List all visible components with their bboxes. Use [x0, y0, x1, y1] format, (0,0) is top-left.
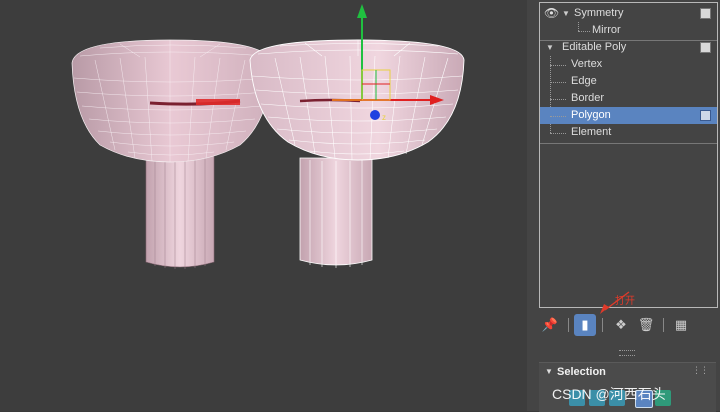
sub-object-label: Polygon	[571, 109, 611, 121]
sub-object-label: Border	[571, 92, 605, 104]
mushroom-left-model[interactable]	[71, 39, 273, 269]
sub-object-polygon[interactable]: Polygon	[540, 107, 717, 124]
expand-triangle-icon[interactable]: ▼	[562, 5, 570, 22]
svg-text:z: z	[382, 113, 386, 122]
sub-object-border[interactable]: Border	[540, 90, 717, 107]
sub-object-label: Edge	[571, 75, 597, 87]
rollout-title: Selection	[557, 366, 606, 378]
stack-divider	[540, 143, 717, 144]
sub-object-edge[interactable]: Edge	[540, 73, 717, 90]
modifier-label: Symmetry	[574, 7, 624, 19]
expand-triangle-icon[interactable]: ▼	[546, 39, 554, 56]
modifier-item-symmetry[interactable]: 👁 ▼ Symmetry	[540, 5, 717, 22]
watermark-text: CSDN @河西石头	[552, 386, 666, 402]
configure-modifier-sets-icon[interactable]: ▦	[670, 314, 692, 336]
rollout-grip-icon: ⋮⋮	[692, 365, 709, 375]
eye-icon[interactable]: 👁	[544, 5, 559, 22]
annotation-text: 打开	[615, 296, 635, 307]
sub-object-vertex[interactable]: Vertex	[540, 56, 717, 73]
modifier-toggle-checkbox[interactable]	[700, 8, 711, 19]
show-end-result-icon[interactable]: ▮	[574, 314, 596, 336]
mushroom-right-model[interactable]	[249, 39, 465, 268]
polygon-toggle-checkbox[interactable]	[700, 110, 711, 121]
pin-stack-icon[interactable]: 📌	[539, 314, 561, 336]
sub-object-label: Mirror	[592, 24, 621, 36]
modify-panel: 👁 ▼ Symmetry Mirror ▼ Editable Poly Vert…	[537, 0, 720, 412]
modifier-stack-list[interactable]: 👁 ▼ Symmetry Mirror ▼ Editable Poly Vert…	[539, 2, 718, 308]
sub-object-mirror[interactable]: Mirror	[540, 22, 717, 39]
sub-object-element[interactable]: Element	[540, 124, 717, 141]
sub-object-label: Element	[571, 126, 612, 138]
collapse-triangle-icon[interactable]: ▼	[545, 367, 553, 376]
sub-object-label: Vertex	[571, 58, 603, 70]
viewport-canvas[interactable]: z	[0, 0, 527, 411]
panel-divider[interactable]	[527, 0, 537, 411]
modifier-label: Editable Poly	[562, 41, 627, 53]
modifier-toggle-checkbox[interactable]	[700, 42, 711, 53]
viewport-perspective[interactable]: z	[0, 0, 527, 411]
panel-resize-grip[interactable]	[619, 350, 635, 356]
remove-modifier-icon[interactable]: 🗑	[635, 314, 657, 336]
modifier-item-editable-poly[interactable]: ▼ Editable Poly	[540, 39, 717, 56]
